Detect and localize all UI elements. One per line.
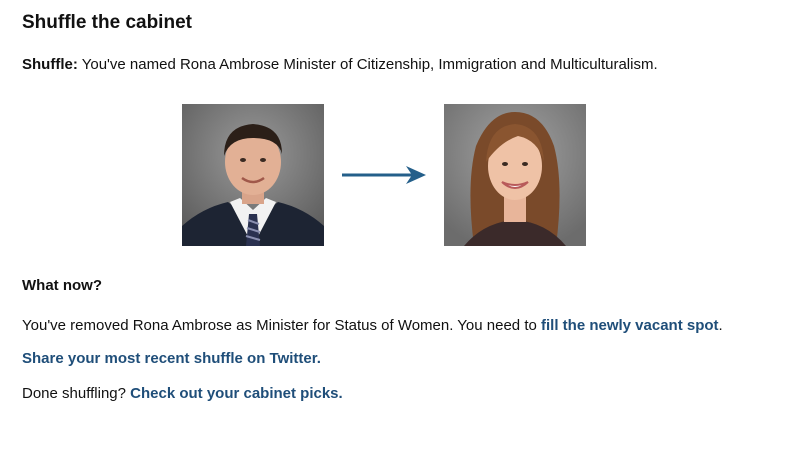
vacancy-notice: You've removed Rona Ambrose as Minister …	[22, 317, 723, 334]
shuffle-photos	[22, 104, 782, 248]
arrow-right-icon	[342, 166, 426, 184]
shuffle-label: Shuffle:	[22, 56, 78, 73]
page-title: Shuffle the cabinet	[22, 12, 192, 33]
fill-vacant-spot-link[interactable]: fill the newly vacant spot	[541, 317, 719, 334]
share-line: Share your most recent shuffle on Twitte…	[22, 350, 321, 367]
vacancy-text: You've removed Rona Ambrose as Minister …	[22, 317, 541, 334]
previous-minister-photo	[182, 104, 324, 246]
vacancy-period: .	[718, 317, 723, 334]
shuffle-text: You've named Rona Ambrose Minister of Ci…	[81, 56, 658, 73]
done-text: Done shuffling?	[22, 385, 131, 402]
what-now-heading: What now?	[22, 277, 102, 294]
share-on-twitter-link[interactable]: Share your most recent shuffle on Twitte…	[22, 350, 321, 367]
shuffle-summary: Shuffle: You've named Rona Ambrose Minis…	[22, 56, 658, 73]
done-line: Done shuffling? Check out your cabinet p…	[22, 385, 343, 402]
cabinet-picks-link[interactable]: Check out your cabinet picks.	[130, 385, 343, 402]
new-minister-photo	[444, 104, 586, 246]
